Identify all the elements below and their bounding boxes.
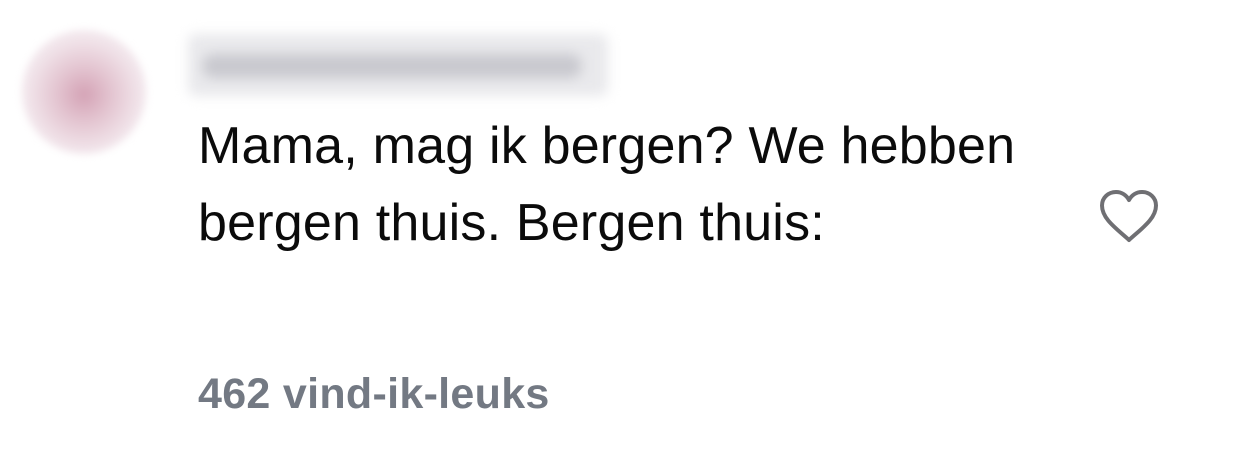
avatar[interactable]	[22, 30, 146, 154]
like-button[interactable]	[1094, 184, 1164, 250]
comment-text: Mama, mag ik bergen? We hebben bergen th…	[198, 117, 1016, 252]
username-redaction	[202, 54, 582, 78]
heart-outline-icon	[1100, 190, 1158, 242]
comment: Mama, mag ik bergen? We hebben bergen th…	[0, 0, 1246, 472]
like-count[interactable]: 462 vind-ik-leuks	[198, 364, 550, 424]
username-blurred[interactable]	[188, 34, 608, 96]
